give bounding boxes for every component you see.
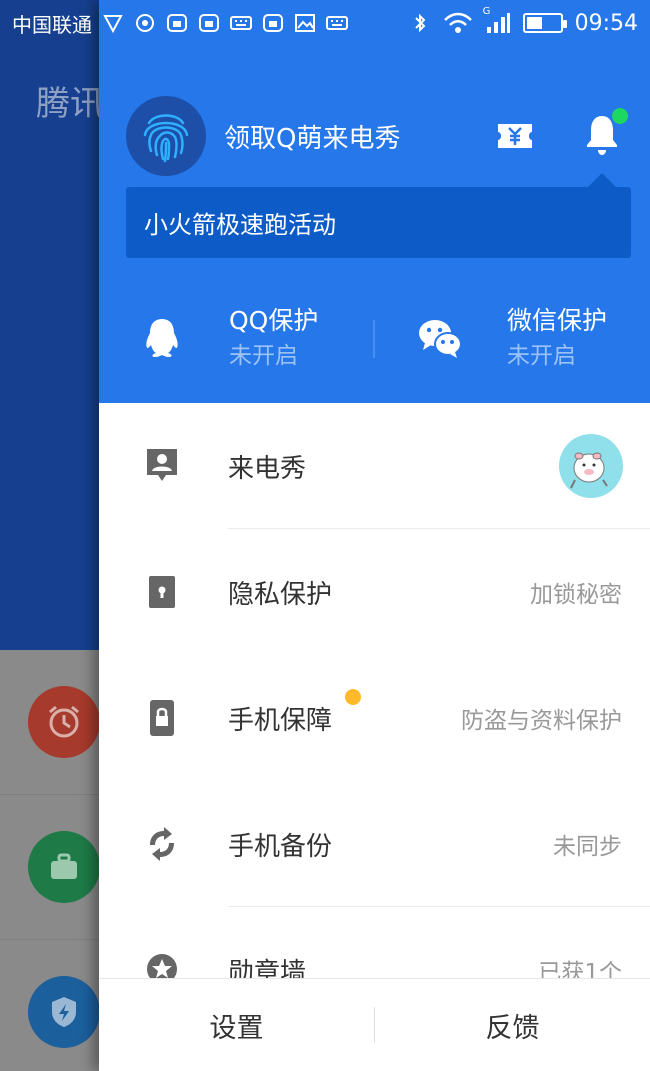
clock: 09:54 (574, 10, 638, 36)
caller-show-icon (147, 449, 177, 481)
keyboard-icon (230, 16, 252, 30)
drawer-menu: 来电秀 隐私保护 加锁秘密 手机保障 防盗与资料保护 手机备份 未同步 勋章墙 … (99, 403, 650, 1033)
qq-penguin-icon (146, 319, 178, 357)
notification-icons (102, 13, 348, 33)
drawer-footer: 设置 反馈 (99, 978, 650, 1071)
side-drawer: 领取Q萌来电秀 小火箭极速跑活动 QQ保护 未开启 微信保护 未开启 来电秀 隐… (99, 0, 650, 1071)
status-bar: 中国联通 G 09:54 (0, 0, 650, 46)
wechat-protection-status: 未开启 (507, 343, 576, 369)
caller-show-thumbnail[interactable] (559, 434, 623, 498)
promo-pointer (588, 173, 616, 187)
notification-dot (612, 108, 628, 124)
avatar[interactable] (126, 96, 206, 176)
battery-icon (522, 13, 567, 33)
new-badge-dot (345, 689, 361, 705)
backup-sync-icon (150, 827, 174, 861)
qq-protection[interactable]: QQ保护 未开启 (139, 298, 318, 378)
qq-protection-status: 未开启 (229, 343, 298, 369)
menu-item-caller-show[interactable]: 来电秀 (99, 403, 650, 529)
profile-row[interactable]: 领取Q萌来电秀 (126, 96, 626, 176)
alarm-clock-icon (28, 686, 100, 758)
menu-item-detail: 未同步 (553, 834, 622, 860)
feedback-button[interactable]: 反馈 (375, 979, 650, 1071)
network-type-label: G (482, 6, 491, 17)
keyboard-icon (326, 16, 348, 30)
settings-button[interactable]: 设置 (99, 979, 374, 1071)
shield-notification-icon (103, 15, 123, 33)
bluetooth-icon (414, 13, 426, 33)
cartoon-pig-icon (570, 452, 608, 489)
qq-protection-title: QQ保护 (229, 306, 319, 335)
menu-item-label: 手机备份 (228, 831, 333, 862)
image-icon (295, 14, 315, 32)
signal-strength-icon: G (483, 6, 511, 34)
android-notification-icon (199, 14, 219, 32)
battery-level (526, 17, 543, 29)
wechat-protection-title: 微信保护 (507, 306, 608, 335)
protection-divider (373, 320, 375, 358)
background-app-title: 腾讯 (36, 84, 104, 124)
menu-item-label: 来电秀 (228, 453, 307, 484)
system-status: G 09:54 (409, 6, 638, 36)
menu-item-backup[interactable]: 手机备份 未同步 (99, 781, 650, 907)
promo-banner[interactable]: 小火箭极速跑活动 (126, 187, 631, 258)
wechat-protection[interactable]: 微信保护 未开启 (417, 298, 607, 378)
menu-item-detail: 加锁秘密 (530, 582, 622, 608)
wifi-icon (443, 12, 472, 33)
toolbox-icon (28, 831, 100, 903)
menu-item-label: 手机保障 (228, 705, 333, 736)
profile-name[interactable]: 领取Q萌来电秀 (224, 118, 400, 155)
fingerprint-icon (143, 114, 189, 163)
wechat-icon (419, 320, 462, 358)
android-notification-icon (263, 14, 283, 32)
menu-item-detail: 防盗与资料保护 (461, 708, 622, 734)
menu-item-phone-guard[interactable]: 手机保障 防盗与资料保护 (99, 655, 650, 781)
menu-item-label: 隐私保护 (228, 579, 333, 610)
android-notification-icon (167, 14, 187, 32)
privacy-lock-icon (149, 576, 175, 608)
menu-item-privacy[interactable]: 隐私保护 加锁秘密 (99, 529, 650, 655)
ticket-icon[interactable] (496, 120, 534, 152)
shield-bolt-icon (28, 976, 100, 1048)
phone-guard-icon (150, 700, 174, 736)
carrier-name: 中国联通 (12, 12, 92, 37)
app-notification-icon (136, 14, 154, 32)
drawer-header: 领取Q萌来电秀 小火箭极速跑活动 QQ保护 未开启 微信保护 未开启 (99, 0, 650, 403)
